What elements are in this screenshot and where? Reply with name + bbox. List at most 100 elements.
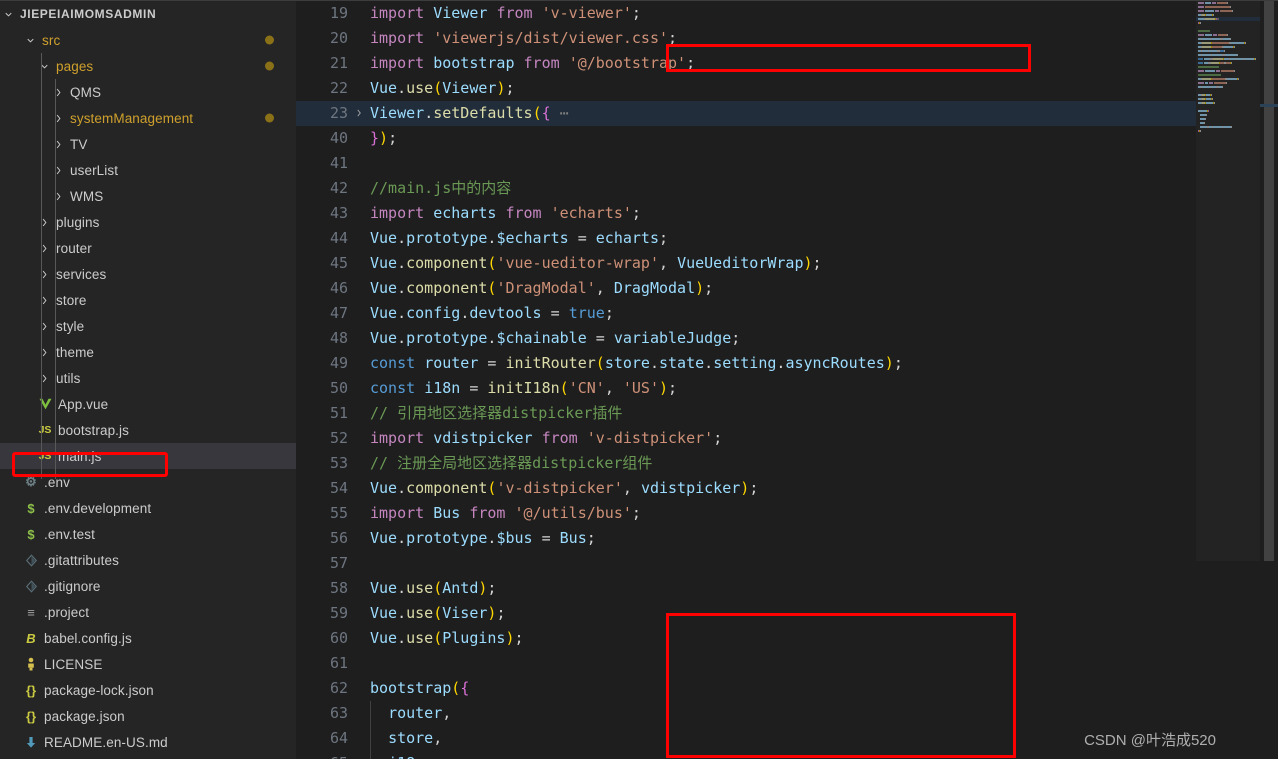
tree-item-file-.env.test[interactable]: $ .env.test — [0, 521, 296, 547]
minimap-segment — [1202, 46, 1211, 48]
tree-item-file-LICENSE[interactable]: LICENSE — [0, 651, 296, 677]
code-text: Vue.component('vue-ueditor-wrap', VueUed… — [370, 251, 822, 276]
code-token: , — [595, 279, 614, 297]
tree-item-file-.gitattributes[interactable]: .gitattributes — [0, 547, 296, 573]
tree-item-folder-pages[interactable]: pages — [0, 53, 296, 79]
minimap-segment — [1212, 78, 1225, 80]
code-token: router — [388, 704, 443, 722]
code-token: . — [397, 229, 407, 247]
tree-item-file-package.json[interactable]: {} package.json — [0, 703, 296, 729]
tree-item-folder-services[interactable]: services — [0, 261, 296, 287]
file-label: README.en-US.md — [44, 734, 168, 750]
folder-label: router — [56, 240, 92, 256]
minimap-segment — [1212, 46, 1222, 48]
tree-item-folder-store[interactable]: store — [0, 287, 296, 313]
tree-indent-guide — [55, 79, 56, 479]
code-token: const — [370, 354, 416, 372]
minimap-segment — [1206, 102, 1213, 104]
code-token: prototype — [406, 329, 488, 347]
tree-item-folder-userList[interactable]: userList — [0, 157, 296, 183]
tree-item-file-.env[interactable]: ⚙ .env — [0, 469, 296, 495]
code-token: ( — [433, 579, 443, 597]
code-token: import — [370, 4, 425, 22]
tree-item-file-.project[interactable]: ≡ .project — [0, 599, 296, 625]
chevron-right-icon — [36, 266, 52, 282]
chevron-right-icon — [50, 162, 66, 178]
tree-item-file-babel.config.js[interactable]: Bbabel.config.js — [0, 625, 296, 651]
file-tree[interactable]: JIEPEIAIMOMSADMIN src pages QMS systemManage… — [0, 1, 296, 755]
code-text: }); — [370, 126, 397, 151]
fold-chevron-icon[interactable] — [354, 101, 368, 127]
code-token: . — [397, 304, 407, 322]
code-token: 'US' — [622, 379, 659, 397]
tree-item-file-package-lock.json[interactable]: {} package-lock.json — [0, 677, 296, 703]
code-token: asyncRoutes — [785, 354, 885, 372]
code-token: ; — [505, 79, 515, 97]
code-editor[interactable]: 19 import Viewer from 'v-viewer'; 20 import… — [296, 0, 1278, 759]
minimap-segment — [1237, 54, 1238, 56]
tree-item-folder-plugins[interactable]: plugins — [0, 209, 296, 235]
tree-item-folder-theme[interactable]: theme — [0, 339, 296, 365]
scrollbar-thumb[interactable] — [1264, 1, 1274, 561]
tree-item-file-main.js[interactable]: JS main.js — [0, 443, 296, 469]
editor-scrollbar[interactable] — [1260, 1, 1278, 759]
code-token: import — [370, 504, 425, 522]
tree-item-file-.gitignore[interactable]: .gitignore — [0, 573, 296, 599]
tree-item-file-bootstrap.js[interactable]: JS bootstrap.js — [0, 417, 296, 443]
minimap-segment — [1222, 86, 1223, 88]
code-token: i18n — [424, 379, 461, 397]
code-text: Vue.use(Viser); — [370, 601, 505, 626]
tree-item-file-App.vue[interactable]: App.vue — [0, 391, 296, 417]
minimap-segment — [1214, 102, 1215, 104]
line-number: 56 — [329, 529, 348, 547]
tree-item-folder-utils[interactable]: utils — [0, 365, 296, 391]
line-number: 40 — [329, 129, 348, 147]
minimap-segment — [1205, 82, 1208, 84]
folder-label: store — [56, 292, 87, 308]
minimap[interactable] — [1196, 1, 1260, 759]
tree-item-folder-TV[interactable]: TV — [0, 131, 296, 157]
minimap-segment — [1208, 110, 1209, 112]
chevron-right-icon — [50, 84, 66, 100]
tree-item-folder-QMS[interactable]: QMS — [0, 79, 296, 105]
code-content[interactable]: 19 import Viewer from 'v-viewer'; 20 import… — [296, 1, 1278, 759]
code-token: . — [397, 604, 407, 622]
code-token: . — [397, 279, 407, 297]
code-token: Antd — [442, 579, 479, 597]
code-text: Vue.config.devtools = true; — [370, 301, 614, 326]
tree-item-folder-style[interactable]: style — [0, 313, 296, 339]
code-text: store, — [370, 726, 442, 751]
code-token: store — [604, 354, 650, 372]
tree-indent-guide — [41, 53, 42, 479]
tree-item-file-.env.development[interactable]: $ .env.development — [0, 495, 296, 521]
tree-item-folder-router[interactable]: router — [0, 235, 296, 261]
minimap-segment — [1198, 6, 1204, 8]
vscode-window: JIEPEIAIMOMSADMIN src pages QMS systemManage… — [0, 0, 1278, 759]
code-token: ; — [731, 329, 741, 347]
file-explorer-sidebar[interactable]: JIEPEIAIMOMSADMIN src pages QMS systemManage… — [0, 0, 296, 759]
file-tree-root-row[interactable]: JIEPEIAIMOMSADMIN — [0, 1, 296, 27]
code-line: 49 const router = initRouter(store.state.… — [296, 351, 1196, 376]
code-token: ) — [505, 629, 515, 647]
code-token: , — [622, 479, 641, 497]
tree-item-folder-WMS[interactable]: WMS — [0, 183, 296, 209]
code-token: setDefaults — [433, 104, 533, 122]
minimap-segment — [1212, 42, 1229, 44]
line-number: 22 — [329, 79, 348, 97]
tree-item-folder-systemManagement[interactable]: systemManagement — [0, 105, 296, 131]
minimap-segment — [1198, 10, 1204, 12]
code-token: bootstrap — [433, 54, 515, 72]
line-number: 65 — [296, 751, 348, 759]
code-token: Vue — [370, 629, 398, 647]
code-line: 55 import Bus from '@/utils/bus'; — [296, 501, 1196, 526]
tree-item-folder-src[interactable]: src — [0, 27, 296, 53]
minimap-segment — [1227, 2, 1228, 4]
tree-item-file-README.en-US.md[interactable]: README.en-US.md — [0, 729, 296, 755]
chevron-right-icon — [50, 136, 66, 152]
code-token: ) — [695, 279, 705, 297]
